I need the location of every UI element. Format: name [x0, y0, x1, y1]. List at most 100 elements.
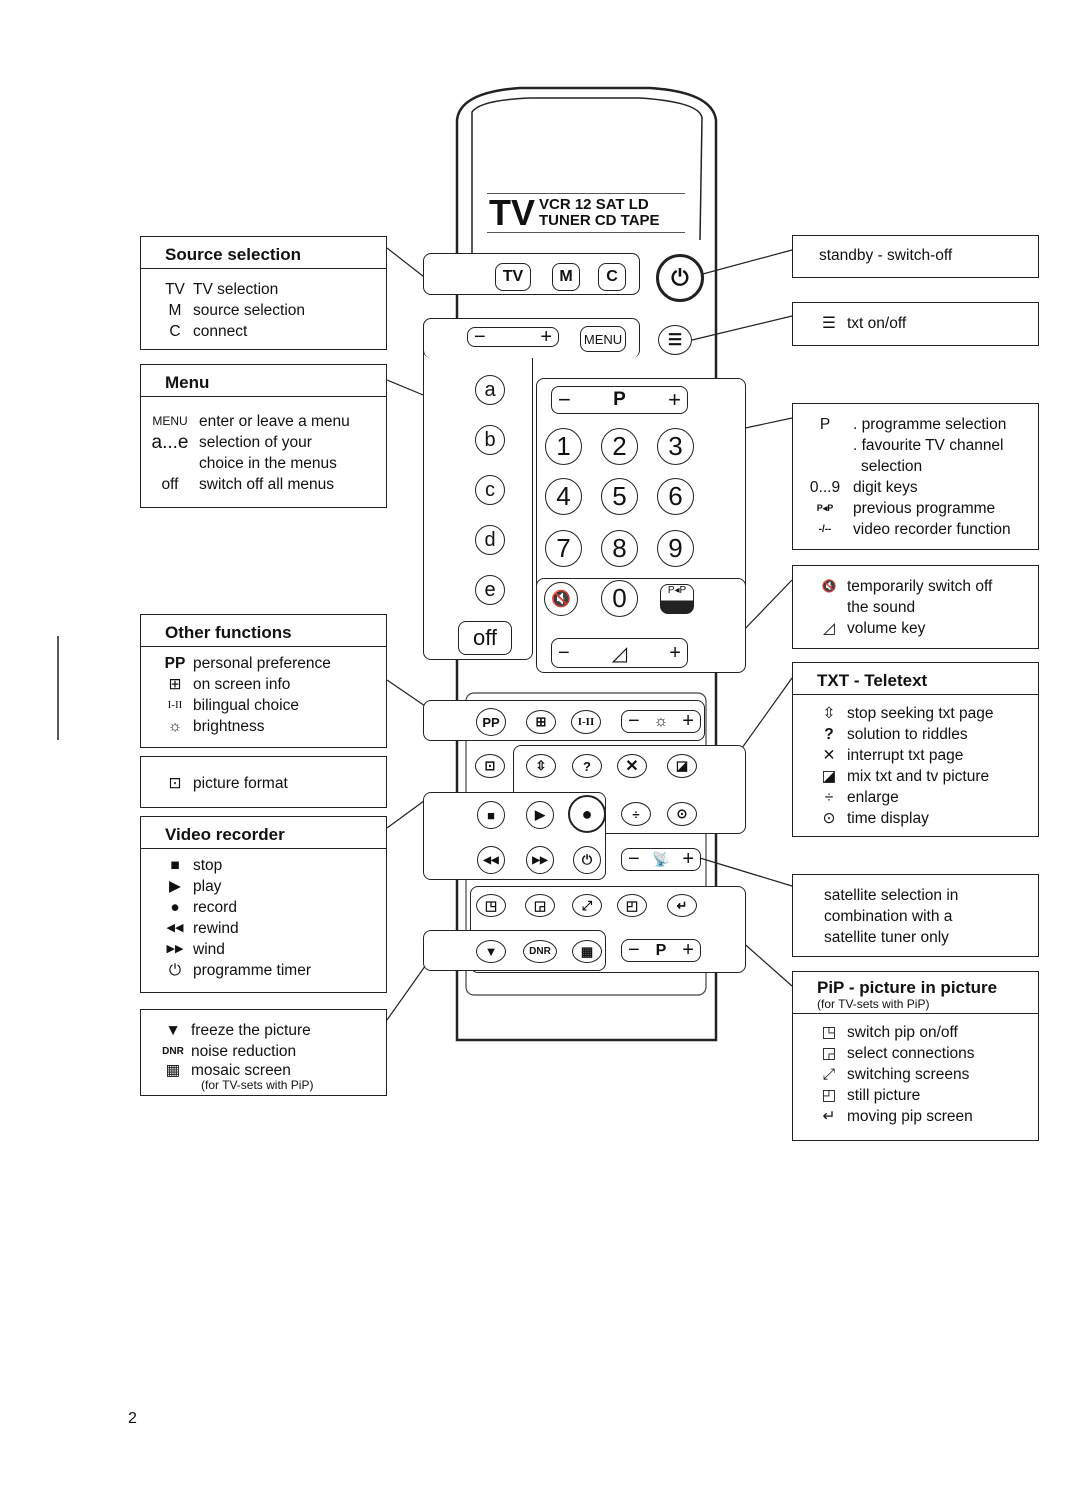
digit-8-button[interactable]: 8 — [601, 530, 638, 567]
brightness-button[interactable]: − ☼ + — [621, 710, 701, 733]
question-icon: ? — [824, 726, 834, 743]
txt-button[interactable]: ☰ — [658, 325, 692, 355]
timer-icon: ⏻ — [168, 962, 182, 979]
pip-move-button[interactable]: ↵ — [667, 894, 697, 917]
satellite-button[interactable]: − 📡 + — [621, 848, 701, 871]
b-button[interactable]: b — [475, 425, 505, 455]
desc: enter or leave a menu — [199, 413, 350, 430]
freeze-button[interactable]: ▼ — [476, 940, 506, 963]
digit-9-button[interactable]: 9 — [657, 530, 694, 567]
record-icon: ● — [170, 899, 180, 916]
tv-button[interactable]: TV — [495, 263, 531, 291]
p-label: P — [655, 941, 667, 959]
digit-6-button[interactable]: 6 — [657, 478, 694, 515]
c-button[interactable]: C — [598, 263, 626, 291]
interrupt-button[interactable]: ✕ — [617, 754, 647, 778]
desc: bilingual choice — [193, 697, 299, 714]
satellite-box: satellite selection in combination with … — [792, 874, 1039, 957]
digit-3-button[interactable]: 3 — [657, 428, 694, 465]
c-letter-button[interactable]: c — [475, 475, 505, 505]
pp-button[interactable]: PP — [476, 708, 506, 736]
mute-icon: 🔇 — [821, 579, 837, 593]
enlarge-button[interactable]: ÷ — [621, 802, 651, 826]
pip-switch-button[interactable]: ⤢ — [572, 894, 602, 917]
key: a...e — [151, 432, 189, 453]
menu-button[interactable]: MENU — [580, 326, 626, 352]
pip-still-icon: ◰ — [821, 1087, 837, 1104]
menu-minus-plus[interactable]: − + — [467, 326, 559, 348]
desc: programme timer — [193, 962, 311, 979]
desc: satellite selection in — [824, 887, 959, 904]
info-icon: ⊞ — [168, 676, 182, 693]
key: C — [169, 323, 181, 340]
riddle-button[interactable]: ? — [572, 754, 602, 778]
note: (for TV-sets with PiP) — [201, 1078, 314, 1092]
play-button[interactable]: ▶ — [526, 801, 554, 829]
digit-7-button[interactable]: 7 — [545, 530, 582, 567]
pip-switch-icon: ⤢ — [581, 897, 593, 913]
stop-seeking-button[interactable]: ⇳ — [526, 754, 556, 778]
power-button[interactable]: ⏻ — [656, 254, 704, 302]
desc: switch pip on/off — [847, 1024, 958, 1041]
key: M — [168, 302, 182, 319]
e-button[interactable]: e — [475, 575, 505, 605]
mute-button[interactable]: 🔇 — [544, 582, 578, 616]
time-display-button[interactable]: ⊙ — [667, 802, 697, 826]
m-button[interactable]: M — [552, 263, 580, 291]
bilingual-button[interactable]: I-II — [571, 710, 601, 734]
plus-label: + — [682, 848, 694, 870]
off-button[interactable]: off — [458, 621, 512, 655]
plus-label: + — [668, 387, 681, 412]
rewind-button[interactable]: ◀◀ — [477, 846, 505, 874]
digit-4-button[interactable]: 4 — [545, 478, 582, 515]
plus-label: + — [682, 939, 694, 961]
desc: interrupt txt page — [847, 747, 964, 764]
desc: moving pip screen — [847, 1108, 973, 1125]
dnr-button[interactable]: DNR — [523, 940, 557, 963]
pip-onoff-button[interactable]: ◳ — [476, 894, 506, 917]
stop-seeking-icon: ⇳ — [535, 758, 547, 773]
manual-page: TV VCR 12 SAT LD TUNER CD TAPE TV M C ⏻ … — [0, 0, 1080, 1505]
stop-button[interactable]: ■ — [477, 801, 505, 829]
mix-button[interactable]: ◪ — [667, 754, 697, 778]
desc: video recorder function — [853, 521, 1011, 538]
stop-icon: ■ — [487, 807, 495, 823]
digit-0-button[interactable]: 0 — [601, 580, 638, 617]
picture-format-button[interactable]: ⊡ — [475, 754, 505, 778]
info-button[interactable]: ⊞ — [526, 710, 556, 734]
volume-icon: ◿ — [823, 620, 835, 637]
volume-button[interactable]: − ◿ + — [551, 638, 688, 668]
record-button[interactable]: ● — [568, 795, 606, 833]
programme-button[interactable]: − P + — [551, 386, 688, 414]
desc: . favourite TV channel — [853, 437, 1004, 454]
pip-programme-button[interactable]: − P + — [621, 939, 701, 962]
desc: noise reduction — [191, 1043, 297, 1060]
wind-button[interactable]: ▶▶ — [526, 846, 554, 874]
note: (for TV-sets with PiP) — [817, 997, 930, 1011]
d-button[interactable]: d — [475, 525, 505, 555]
play-icon: ▶ — [169, 878, 181, 895]
desc: personal preference — [193, 655, 331, 672]
txt-icon: ☰ — [667, 332, 683, 349]
key: -/-- — [818, 524, 832, 535]
desc: volume key — [847, 620, 926, 637]
mosaic-button[interactable]: ▦ — [572, 940, 602, 963]
pip-connections-button[interactable]: ◲ — [525, 894, 555, 917]
plus-label: + — [669, 641, 681, 664]
pip-move-icon: ↵ — [822, 1108, 836, 1125]
menu-box: Menu MENU enter or leave a menu a...e sele… — [140, 364, 387, 508]
previous-programme-button[interactable]: P◂P — [660, 584, 694, 614]
desc: switch off all menus — [199, 476, 334, 493]
pip-box: PiP - picture in picture (for TV-sets wi… — [792, 971, 1039, 1141]
digit-1-button[interactable]: 1 — [545, 428, 582, 465]
desc: picture format — [193, 775, 288, 792]
timer-button[interactable]: ⏻ — [573, 846, 601, 874]
clock-icon: ⊙ — [676, 806, 688, 821]
desc: solution to riddles — [847, 726, 968, 743]
pip-still-button[interactable]: ◰ — [617, 894, 647, 917]
desc: txt on/off — [847, 315, 907, 332]
digit-5-button[interactable]: 5 — [601, 478, 638, 515]
digit-2-button[interactable]: 2 — [601, 428, 638, 465]
a-button[interactable]: a — [475, 375, 505, 405]
desc: . programme selection — [853, 416, 1007, 433]
